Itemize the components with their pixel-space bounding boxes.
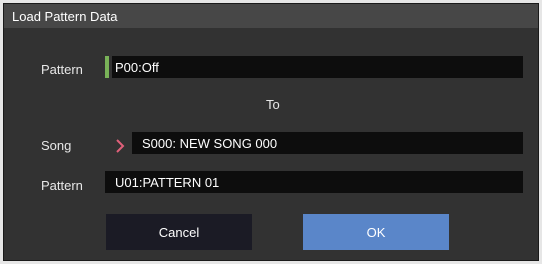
cancel-button[interactable]: Cancel — [106, 214, 252, 250]
chevron-right-icon[interactable] — [114, 139, 126, 153]
to-label: To — [266, 97, 280, 112]
cancel-button-label: Cancel — [158, 224, 200, 240]
dialog-titlebar: Load Pattern Data — [4, 4, 538, 28]
source-pattern-marker — [105, 56, 109, 78]
dest-pattern-label: Pattern — [41, 178, 83, 193]
dialog-title: Load Pattern Data — [12, 9, 118, 24]
ok-button[interactable]: OK — [303, 214, 449, 250]
dest-pattern-value: U01:PATTERN 01 — [115, 175, 220, 190]
song-value: S000: NEW SONG 000 — [142, 136, 278, 151]
ok-button-label: OK — [366, 224, 386, 240]
source-pattern-value: P00:Off — [115, 60, 159, 75]
song-field[interactable]: S000: NEW SONG 000 — [132, 132, 523, 154]
source-pattern-label: Pattern — [41, 62, 83, 77]
source-pattern-field[interactable]: P00:Off — [112, 56, 523, 78]
song-label: Song — [41, 138, 72, 153]
load-pattern-dialog: Load Pattern Data Pattern P00:Off To Son… — [3, 3, 539, 261]
dest-pattern-field[interactable]: U01:PATTERN 01 — [105, 171, 523, 193]
